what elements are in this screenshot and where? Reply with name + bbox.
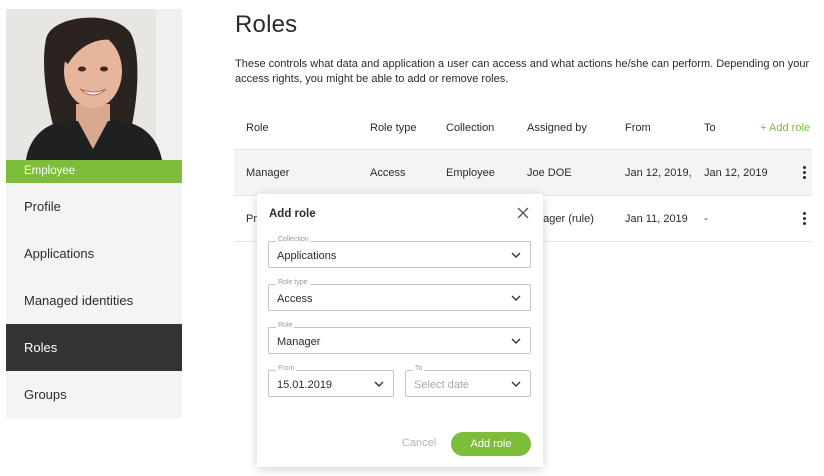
cell-role: Manager	[246, 167, 290, 179]
more-vertical-icon[interactable]	[800, 212, 808, 226]
collection-select[interactable]: Collection Applications	[268, 236, 531, 268]
column-header-from: From	[625, 122, 651, 134]
chevron-down-icon	[511, 381, 521, 387]
chevron-down-icon	[511, 252, 521, 258]
avatar	[6, 9, 182, 160]
sidebar-item-applications[interactable]: Applications	[6, 230, 182, 277]
table-header: Role Role type Collection Assigned by Fr…	[234, 108, 812, 150]
cell-role: Pr	[246, 213, 257, 225]
page-title: Roles	[235, 11, 298, 38]
field-value: Applications	[277, 250, 337, 262]
sidebar-item-managed-identities[interactable]: Managed identities	[6, 277, 182, 324]
field-label: To	[413, 365, 425, 372]
role-type-select[interactable]: Role type Access	[268, 279, 531, 311]
sidebar-item-profile[interactable]: Profile	[6, 183, 182, 230]
chevron-down-icon	[511, 338, 521, 344]
from-date-picker[interactable]: From 15.01.2019	[268, 365, 394, 397]
column-header-collection: Collection	[446, 122, 495, 134]
user-type-badge: Employee	[6, 160, 182, 183]
chevron-down-icon	[511, 295, 521, 301]
sidebar: Employee Profile Applications Managed id…	[6, 9, 182, 471]
sidebar-item-groups[interactable]: Groups	[6, 371, 182, 418]
add-role-dialog: Add role Collection Applications Role ty…	[257, 194, 543, 467]
cell-assigned-by: nager (rule)	[537, 213, 594, 225]
field-label: Role type	[276, 279, 310, 286]
dialog-title: Add role	[269, 208, 316, 220]
add-role-link[interactable]: + Add role	[760, 122, 810, 134]
column-header-role-type: Role type	[370, 122, 417, 134]
more-vertical-icon[interactable]	[800, 166, 808, 180]
to-date-picker[interactable]: To Select date	[405, 365, 531, 397]
cancel-button[interactable]: Cancel	[402, 437, 436, 449]
cell-from: Jan 11, 2019	[625, 213, 688, 225]
cell-role-type: Access	[370, 167, 406, 179]
cell-assigned-by: Joe DOE	[527, 167, 572, 179]
field-placeholder: Select date	[414, 379, 470, 391]
add-role-button[interactable]: Add role	[451, 432, 531, 456]
close-icon[interactable]	[517, 207, 529, 219]
table-row[interactable]: Manager Access Employee Joe DOE Jan 12, …	[234, 150, 812, 196]
cell-from: Jan 12, 2019,	[625, 167, 692, 179]
cell-to: Jan 12, 2019	[704, 167, 768, 179]
field-label: From	[276, 365, 297, 372]
profile-photo	[6, 9, 182, 160]
field-label: Role	[276, 322, 295, 329]
sidebar-item-roles[interactable]: Roles	[6, 324, 182, 371]
page-description: These controls what data and application…	[235, 58, 810, 85]
field-label: Collection	[276, 236, 311, 243]
field-value: Manager	[277, 336, 321, 348]
column-header-role: Role	[246, 122, 269, 134]
role-select[interactable]: Role Manager	[268, 322, 531, 354]
field-value: 15.01.2019	[277, 379, 333, 391]
cell-collection: Employee	[446, 167, 495, 179]
cell-to: -	[704, 213, 708, 225]
field-value: Access	[277, 293, 313, 305]
chevron-down-icon	[374, 381, 384, 387]
column-header-to: To	[704, 122, 716, 134]
column-header-assigned-by: Assigned by	[527, 122, 587, 134]
